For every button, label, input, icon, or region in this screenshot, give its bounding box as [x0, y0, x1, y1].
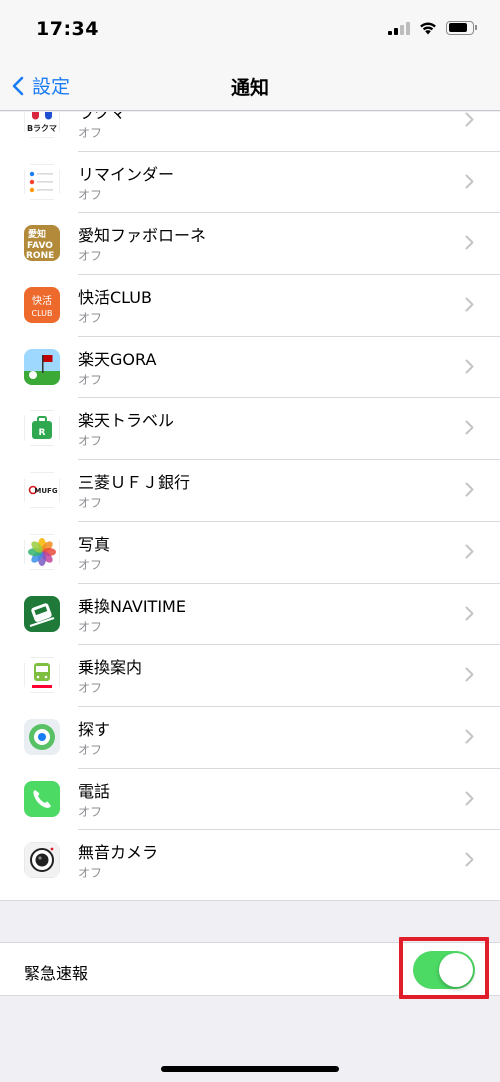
list-item-photos[interactable]: 写真 オフ	[0, 522, 500, 584]
list-item-rakuma[interactable]: Bラクマ ラクマ オフ	[0, 112, 500, 152]
notification-status: オフ	[78, 249, 103, 264]
navitime-icon	[24, 595, 60, 632]
app-name: 愛知ファボローネ	[78, 226, 207, 246]
app-name: 楽天GORA	[78, 349, 157, 369]
svg-text:快活: 快活	[32, 295, 52, 307]
battery-icon	[446, 20, 477, 35]
app-name: 無音カメラ	[78, 843, 159, 863]
notification-status: オフ	[78, 557, 103, 572]
reminders-icon	[24, 163, 60, 200]
rakuten-gora-icon	[24, 348, 60, 385]
chevron-right-icon	[465, 729, 474, 744]
list-item-rakuten-gora[interactable]: 楽天GORA オフ	[0, 337, 500, 399]
favorone-icon: 愛知 FAVO RONE	[24, 225, 60, 262]
navigation-bar: 設定 通知	[0, 60, 500, 111]
wifi-icon	[420, 22, 436, 35]
rakuma-icon: Bラクマ	[24, 112, 60, 138]
chevron-right-icon	[465, 544, 474, 559]
svg-text:R: R	[39, 428, 46, 438]
notification-status: オフ	[78, 866, 103, 881]
chevron-right-icon	[465, 482, 474, 497]
svg-text:愛知: 愛知	[28, 228, 46, 240]
notification-status: オフ	[78, 311, 103, 326]
emergency-alerts-label: 緊急速報	[24, 964, 89, 983]
chevron-right-icon	[465, 852, 474, 867]
chevron-right-icon	[465, 359, 474, 374]
chevron-right-icon	[465, 235, 474, 250]
list-item-norikae-annai[interactable]: 乗換案内 オフ	[0, 645, 500, 707]
list-item-rakuten-travel[interactable]: R 楽天トラベル オフ	[0, 398, 500, 461]
chevron-right-icon	[465, 112, 474, 127]
mufg-icon: MUFG	[24, 472, 60, 509]
chevron-right-icon	[465, 420, 474, 435]
app-name: 三菱ＵＦＪ銀行	[78, 473, 191, 493]
status-time: 17:34	[36, 18, 99, 40]
chevron-right-icon	[465, 606, 474, 620]
svg-text:RONE: RONE	[26, 251, 54, 261]
list-item-find-my[interactable]: 探す オフ	[0, 707, 500, 769]
list-item-navitime[interactable]: 乗換NAVITIME オフ	[0, 584, 500, 646]
norikae-annai-icon	[24, 657, 60, 694]
photos-icon	[24, 533, 60, 570]
list-item-kaikatsu-club[interactable]: 快活 CLUB 快活CLUB オフ	[0, 275, 500, 337]
app-name: 写真	[78, 534, 111, 554]
svg-text:Bラクマ: Bラクマ	[27, 123, 57, 133]
app-name: 楽天トラベル	[78, 411, 175, 431]
list-item-favorone[interactable]: 愛知 FAVO RONE 愛知ファボローネ オフ	[0, 213, 500, 276]
svg-text:CLUB: CLUB	[32, 309, 53, 318]
list-item-phone[interactable]: 電話 オフ	[0, 769, 500, 831]
chevron-right-icon	[465, 667, 474, 682]
notification-status: オフ	[78, 372, 103, 387]
app-name: リマインダー	[78, 164, 175, 184]
rakuten-travel-icon: R	[24, 410, 60, 447]
svg-text:FAVO: FAVO	[27, 241, 53, 251]
highlight-box	[399, 937, 489, 999]
notification-status: オフ	[78, 187, 103, 202]
list-item-silent-camera[interactable]: 無音カメラ オフ	[0, 830, 500, 892]
chevron-right-icon	[465, 297, 474, 312]
app-name: 快活CLUB	[78, 288, 152, 308]
silent-camera-icon	[24, 842, 60, 879]
notification-status: オフ	[78, 619, 103, 634]
home-indicator[interactable]	[161, 1066, 339, 1072]
kaikatsu-club-icon: 快活 CLUB	[24, 287, 60, 324]
app-notification-list: Bラクマ ラクマ オフ リマインダー オフ 愛知 FAVO RONE 愛知ファボ…	[0, 112, 500, 900]
status-bar: 17:34	[0, 0, 500, 60]
notification-status: オフ	[78, 496, 103, 511]
app-name: 乗換NAVITIME	[78, 596, 186, 616]
section-gap	[0, 900, 500, 942]
find-my-icon	[24, 718, 60, 755]
notification-status: オフ	[78, 126, 103, 140]
phone-icon	[24, 780, 60, 817]
notification-status: オフ	[78, 742, 103, 757]
app-name: ラクマ	[78, 112, 127, 122]
list-item-reminders[interactable]: リマインダー オフ	[0, 152, 500, 214]
app-name: 探す	[78, 719, 111, 739]
chevron-right-icon	[465, 174, 474, 189]
notification-status: オフ	[78, 804, 103, 819]
cellular-signal-icon	[388, 21, 410, 35]
svg-text:MUFG: MUFG	[34, 487, 57, 495]
list-item-mufg[interactable]: MUFG 三菱ＵＦＪ銀行 オフ	[0, 460, 500, 522]
notification-status: オフ	[78, 434, 103, 449]
notification-status: オフ	[78, 681, 103, 696]
app-name: 乗換案内	[78, 658, 143, 678]
page-title: 通知	[230, 77, 269, 99]
app-name: 電話	[78, 781, 111, 801]
chevron-right-icon	[465, 791, 474, 806]
